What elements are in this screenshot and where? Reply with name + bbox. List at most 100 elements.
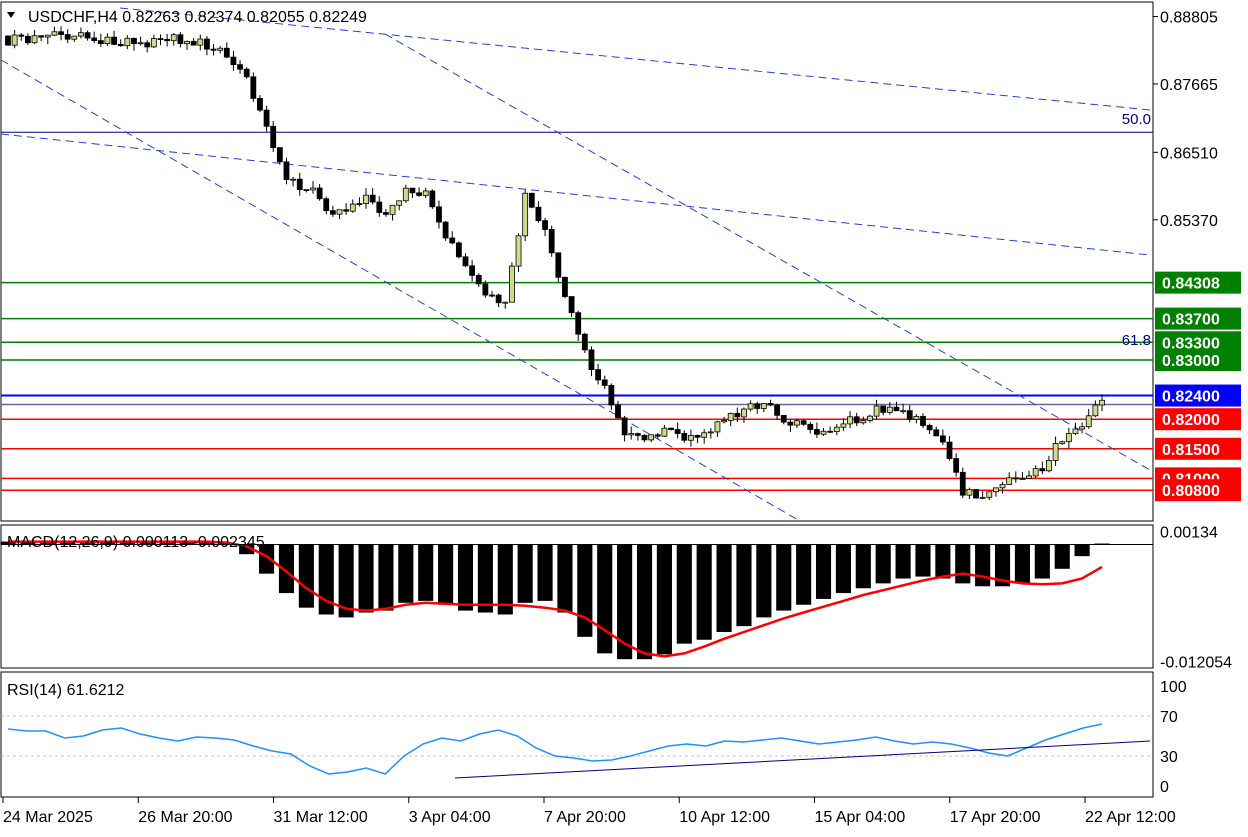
candle-bear — [893, 406, 900, 412]
macd-histogram-bar — [298, 544, 314, 608]
candle-bull — [986, 491, 993, 498]
candle-bear — [489, 294, 495, 297]
candle-bear — [615, 404, 621, 419]
candle-bear — [588, 349, 595, 371]
chart-header: USDCHF,H4 0.82263 0.82374 0.82055 0.8224… — [7, 9, 367, 26]
candle-bear — [754, 403, 761, 409]
rsi-tick-label: 0 — [1160, 779, 1169, 796]
candle-bull — [1072, 428, 1079, 434]
macd-histogram-bar — [398, 544, 414, 603]
candle-bear — [343, 209, 350, 212]
candle-bull — [701, 432, 708, 438]
macd-histogram-bar — [636, 544, 653, 660]
candle-bull — [661, 427, 668, 437]
macd-histogram-bar — [438, 544, 454, 605]
candle-bear — [257, 97, 263, 111]
candle-bull — [184, 40, 190, 45]
price-tag-label: 0.84308 — [1162, 276, 1220, 293]
candle-bear — [263, 109, 270, 127]
candle-bull — [840, 423, 847, 428]
candle-bull — [137, 42, 144, 45]
candle-bear — [237, 64, 243, 70]
candle-bull — [217, 47, 224, 51]
candle-bear — [409, 187, 416, 194]
macd-histogram-bar — [577, 544, 593, 637]
candle-bull — [356, 203, 363, 205]
candle-bull — [1092, 404, 1099, 417]
candle-bull — [979, 496, 986, 499]
candle-bear — [595, 369, 601, 381]
candle-bear — [575, 312, 582, 335]
candle-bear — [939, 435, 946, 443]
macd-histogram-bar — [875, 544, 891, 584]
candle-bear — [131, 37, 137, 45]
macd-histogram-bar — [736, 544, 752, 627]
macd-histogram-bar — [915, 544, 931, 577]
candle-bear — [654, 434, 661, 437]
time-tick-label: 15 Apr 04:00 — [815, 809, 906, 826]
price-tick-label: 0.87665 — [1160, 77, 1218, 94]
candle-bear — [807, 423, 814, 430]
candle-bear — [528, 192, 535, 208]
candle-bear — [369, 194, 376, 203]
macd-histogram-bar — [597, 544, 613, 654]
candle-bull — [1079, 426, 1086, 430]
candle-bear — [436, 206, 442, 223]
candle-bear — [177, 34, 184, 45]
candle-bear — [906, 410, 913, 420]
candle-bull — [648, 434, 655, 441]
candle-bull — [71, 35, 78, 40]
candle-bull — [44, 34, 51, 38]
price-tag-label: 0.82400 — [1162, 389, 1220, 406]
candle-bear — [283, 161, 290, 181]
candle-bull — [104, 36, 111, 44]
candle-bear — [853, 416, 860, 424]
candle-bull — [1026, 475, 1032, 479]
rsi-tick-label: 70 — [1160, 709, 1178, 726]
candle-bull — [794, 420, 800, 426]
candle-bear — [800, 420, 807, 425]
macd-histogram-bar — [796, 544, 812, 605]
candle-bull — [1052, 443, 1059, 461]
candle-bull — [502, 301, 509, 304]
candle-bull — [1006, 477, 1013, 485]
price-tick-label: 0.88805 — [1160, 9, 1218, 26]
candle-bull — [389, 204, 396, 215]
candle-bear — [84, 32, 91, 39]
candle-bear — [568, 296, 575, 314]
macd-histogram-bar — [716, 544, 732, 632]
candle-bull — [349, 203, 356, 212]
candle-bear — [157, 38, 164, 40]
candle-bull — [820, 430, 827, 435]
candle-bear — [641, 434, 648, 441]
candle-bull — [721, 420, 727, 423]
candle-bear — [24, 35, 31, 44]
candle-bull — [900, 410, 906, 413]
candle-bull — [363, 194, 369, 204]
candle-bear — [204, 38, 210, 50]
candle-bull — [31, 35, 38, 44]
macd-histogram-bar — [1014, 544, 1030, 584]
candle-bull — [336, 209, 343, 215]
candle-bear — [475, 274, 482, 285]
price-tag-label: 0.80800 — [1162, 483, 1220, 500]
candle-bull — [833, 426, 840, 432]
time-tick-label: 31 Mar 12:00 — [274, 809, 368, 826]
candle-bear — [210, 48, 217, 51]
candle-bear — [668, 427, 674, 430]
candle-bull — [509, 265, 515, 303]
candle-bear — [250, 76, 257, 99]
price-tick-label: 0.85370 — [1160, 213, 1218, 230]
candle-bear — [117, 43, 124, 47]
macd-histogram-bar — [855, 544, 871, 589]
candle-bear — [91, 37, 98, 42]
candle-bear — [190, 40, 197, 46]
macd-histogram-bar — [935, 544, 951, 579]
macd-histogram-bar — [1074, 544, 1090, 557]
macd-histogram-bar — [477, 544, 493, 613]
candle-bull — [78, 32, 84, 37]
candle-bear — [383, 212, 389, 215]
candle-bear — [469, 265, 476, 276]
candle-bull — [727, 412, 734, 421]
macd-histogram-bar — [676, 544, 692, 644]
